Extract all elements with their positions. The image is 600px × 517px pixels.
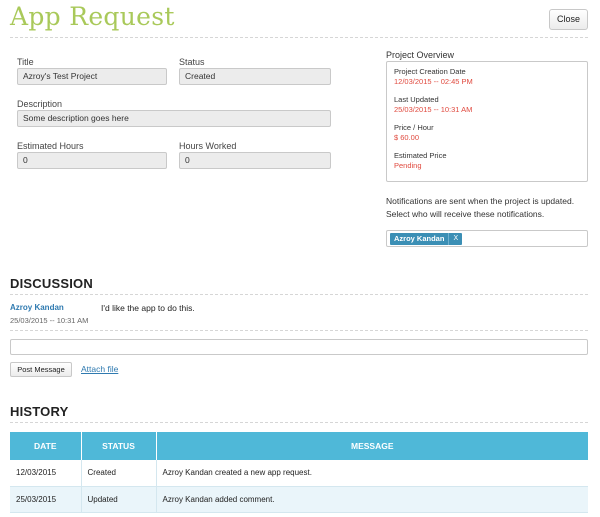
message-column-header[interactable]: MESSAGE (156, 432, 588, 460)
status-field[interactable]: Created (179, 68, 331, 85)
history-header-row: DATE STATUS MESSAGE (10, 432, 588, 460)
message-text: I'd like the app to do this. (101, 303, 195, 313)
row-message: Azroy Kandan added comment. (156, 486, 588, 513)
hours-worked-label: Hours Worked (179, 141, 237, 151)
page-title: App Request (10, 2, 175, 31)
recipient-tag: Azroy Kandan X (390, 233, 463, 245)
last-updated-label: Last Updated (394, 95, 439, 104)
discussion-divider (10, 294, 588, 295)
post-message-button[interactable]: Post Message (10, 362, 72, 377)
project-overview-heading: Project Overview (386, 50, 455, 60)
attach-file-link[interactable]: Attach file (81, 364, 118, 374)
header-divider (10, 37, 588, 38)
estimated-hours-field[interactable]: 0 (17, 152, 167, 169)
history-divider (10, 422, 588, 423)
notifications-note: Notifications are sent when the project … (386, 196, 575, 206)
message-timestamp: 25/03/2015 -- 10:31 AM (10, 316, 89, 325)
row-status: Created (81, 460, 157, 487)
description-field[interactable]: Some description goes here (17, 110, 331, 127)
description-label: Description (17, 99, 63, 109)
close-button[interactable]: Close (549, 9, 588, 30)
discussion-heading: DISCUSSION (10, 276, 93, 291)
recipient-name: Azroy Kandan (394, 234, 445, 243)
status-column-header[interactable]: STATUS (81, 432, 157, 460)
title-label: Title (17, 57, 34, 67)
row-message: Azroy Kandan created a new app request. (156, 460, 588, 487)
message-divider (10, 330, 588, 331)
table-row: 25/03/2015 Updated Azroy Kandan added co… (10, 486, 588, 513)
row-status: Updated (81, 486, 157, 513)
creation-date-label: Project Creation Date (394, 67, 466, 76)
remove-recipient-icon[interactable]: X (448, 233, 462, 245)
price-per-hour-label: Price / Hour (394, 123, 434, 132)
price-per-hour-value: $ 60.00 (394, 133, 420, 142)
project-overview-panel: Project Creation Date 12/03/2015 -- 02:4… (386, 61, 588, 182)
estimated-price-value: Pending (394, 161, 422, 170)
status-label: Status (179, 57, 205, 67)
message-textarea[interactable] (10, 339, 588, 355)
date-column-header[interactable]: DATE (10, 432, 82, 460)
notifications-instruction: Select who will receive these notificati… (386, 209, 545, 219)
recipients-input[interactable]: Azroy Kandan X (386, 230, 588, 247)
row-date: 25/03/2015 (10, 486, 82, 513)
row-date: 12/03/2015 (10, 460, 82, 487)
creation-date-value: 12/03/2015 -- 02:45 PM (394, 77, 473, 86)
message-author[interactable]: Azroy Kandan (10, 303, 64, 312)
history-heading: HISTORY (10, 404, 69, 419)
table-row: 12/03/2015 Created Azroy Kandan created … (10, 460, 588, 487)
estimated-hours-label: Estimated Hours (17, 141, 84, 151)
last-updated-value: 25/03/2015 -- 10:31 AM (394, 105, 473, 114)
estimated-price-label: Estimated Price (394, 151, 447, 160)
history-table: DATE STATUS MESSAGE 12/03/2015 Created A… (10, 432, 588, 513)
hours-worked-field[interactable]: 0 (179, 152, 331, 169)
title-field[interactable]: Azroy's Test Project (17, 68, 167, 85)
